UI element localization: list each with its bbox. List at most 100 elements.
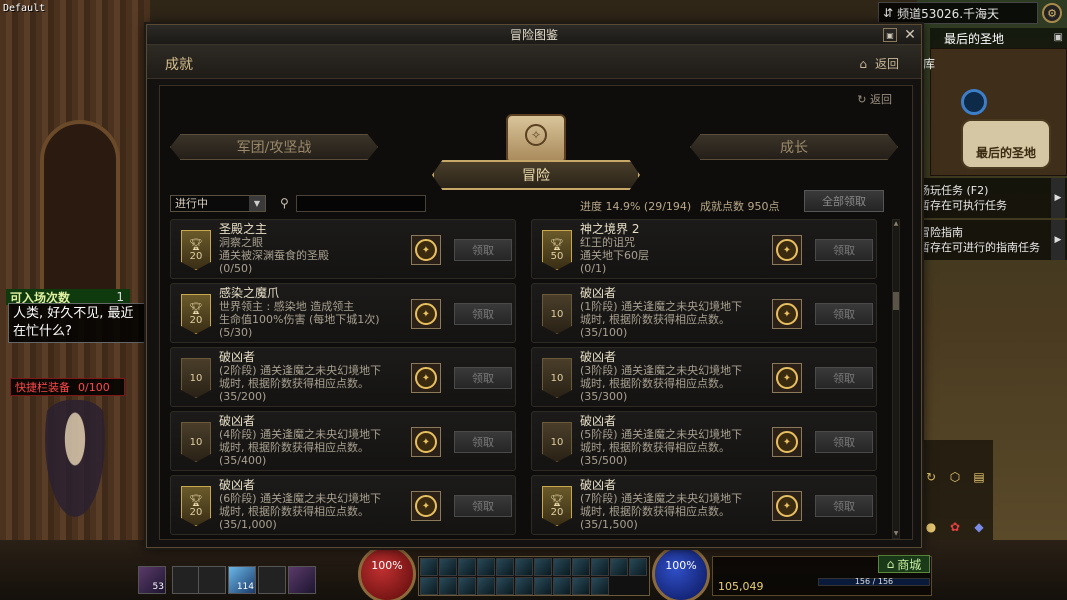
reward-item-slot[interactable]: ✦ <box>772 235 802 265</box>
shop-button[interactable]: ⌂ 商城 <box>878 555 930 573</box>
skill-slot[interactable] <box>420 558 438 576</box>
claim-button[interactable]: 领取 <box>454 367 512 389</box>
list-scrollbar[interactable]: ▲ ▼ <box>892 219 900 539</box>
badge-points: 10 <box>189 436 203 448</box>
skill-slot[interactable] <box>515 558 533 576</box>
achievement-text: 破凶者 (1阶段) 通关逢魔之未央幻境地下 城时, 根据阶数获得相应点数。 (35/1… <box>580 287 770 340</box>
channel-selector[interactable]: ⇵ 频道53026.千海天 <box>878 2 1038 24</box>
tab-adventure[interactable]: 冒险 <box>432 160 640 190</box>
skill-slot[interactable] <box>439 577 457 595</box>
reward-item-slot[interactable]: ✦ <box>772 299 802 329</box>
achievement-progress: (35/500) <box>580 454 628 467</box>
achievement-card: 10 破凶者 (3阶段) 通关逢魔之未央幻境地下 城时, 根据阶数获得相应点数。 (35… <box>531 347 877 407</box>
claim-button[interactable]: 领取 <box>454 495 512 517</box>
achievement-points-badge: 10 <box>542 294 572 334</box>
chevron-right-icon[interactable]: ▶ <box>1051 220 1065 260</box>
mp-orb: 100% <box>652 545 710 600</box>
search-input[interactable] <box>296 195 426 212</box>
claim-button[interactable]: 领取 <box>815 303 873 325</box>
claim-button[interactable]: 领取 <box>815 239 873 261</box>
minimap-expand-icon[interactable]: ▣ <box>1054 32 1063 43</box>
claim-button[interactable]: 领取 <box>454 303 512 325</box>
skill-slot[interactable] <box>420 577 438 595</box>
quest-item-guide[interactable]: 冒险指南 暂存在可进行的指南任务 ▶ <box>915 220 1067 260</box>
consumable-slot[interactable] <box>258 566 286 594</box>
progress-label: 进度 14.9% (29/194) <box>580 200 692 213</box>
minimap[interactable]: 库 最后的圣地 <box>923 48 1067 176</box>
flower-icon[interactable]: ✿ <box>946 518 964 536</box>
refresh-icon[interactable]: ↻ <box>922 468 940 486</box>
claim-button[interactable]: 领取 <box>815 495 873 517</box>
skill-slot[interactable] <box>496 577 514 595</box>
consumable-slot[interactable]: 53 <box>138 566 166 594</box>
skill-slot[interactable] <box>553 577 571 595</box>
skill-slot[interactable] <box>553 558 571 576</box>
skill-slot[interactable] <box>515 577 533 595</box>
badge-points: 10 <box>550 308 564 320</box>
achievement-points-badge: 🏆︎ 20 <box>181 294 211 334</box>
scroll-down-icon[interactable]: ▼ <box>892 530 900 538</box>
skill-slot[interactable] <box>477 577 495 595</box>
chevron-down-icon[interactable]: ▼ <box>249 196 265 211</box>
section-header: 成就 ⌂ 返回 <box>147 45 921 79</box>
window-titlebar[interactable]: 冒险图鉴 ▣ ✕ <box>147 25 921 45</box>
consumable-slot[interactable] <box>172 566 200 594</box>
scroll-up-icon[interactable]: ▲ <box>892 220 900 228</box>
achievement-desc-line: 城时, 根据阶数获得相应点数。 <box>580 505 730 518</box>
tab-legion[interactable]: 军团/攻坚战 <box>170 134 378 160</box>
reward-item-slot[interactable]: ✦ <box>411 299 441 329</box>
reward-item-slot[interactable]: ✦ <box>772 427 802 457</box>
achievement-points-badge: 🏆︎ 20 <box>181 486 211 526</box>
reward-item-slot[interactable]: ✦ <box>411 235 441 265</box>
quest-item-play[interactable]: 场玩任务 (F2) 暂存在可执行任务 ▶ <box>915 178 1067 218</box>
location-pin-icon[interactable]: ● <box>922 518 940 536</box>
skill-slot[interactable] <box>610 558 628 576</box>
crystal-icon[interactable]: ◆ <box>970 518 988 536</box>
reward-item-slot[interactable]: ✦ <box>411 491 441 521</box>
skill-slot[interactable] <box>572 577 590 595</box>
reward-item-slot[interactable]: ✦ <box>772 491 802 521</box>
skill-slot[interactable] <box>496 558 514 576</box>
skill-slot[interactable] <box>629 558 647 576</box>
chest-icon[interactable]: ▤ <box>970 468 988 486</box>
hexagon-icon[interactable]: ⬡ <box>946 468 964 486</box>
skill-slot[interactable] <box>534 558 552 576</box>
tab-growth[interactable]: 成长 <box>690 134 898 160</box>
consumable-slot[interactable] <box>288 566 316 594</box>
close-icon[interactable]: ✕ <box>903 28 917 42</box>
achievement-desc-line: 红王的诅咒 <box>580 236 635 249</box>
skill-slot[interactable] <box>572 558 590 576</box>
skill-slot[interactable] <box>534 577 552 595</box>
skill-slot[interactable] <box>591 577 609 595</box>
skill-slot[interactable] <box>458 558 476 576</box>
quickbar-count: 0/100 <box>78 380 110 394</box>
inner-back-button[interactable]: ↻ 返回 <box>857 91 892 107</box>
quickbar-equipment[interactable]: 快捷栏装备 0/100 <box>10 378 125 396</box>
pin-icon[interactable]: ▣ <box>883 28 897 42</box>
fatigue-bar: 156 / 156 <box>818 578 930 586</box>
reward-item-slot[interactable]: ✦ <box>411 427 441 457</box>
chevron-right-icon[interactable]: ▶ <box>1051 178 1065 218</box>
skill-slot[interactable] <box>458 577 476 595</box>
consumable-slot[interactable]: 114 <box>228 566 256 594</box>
claim-button[interactable]: 领取 <box>454 239 512 261</box>
skill-slot[interactable] <box>439 558 457 576</box>
claim-all-button[interactable]: 全部领取 <box>804 190 884 212</box>
claim-button[interactable]: 领取 <box>815 431 873 453</box>
claim-button[interactable]: 领取 <box>454 431 512 453</box>
reward-emblem-icon: ✦ <box>415 303 437 325</box>
reward-item-slot[interactable]: ✦ <box>772 363 802 393</box>
achievement-name: 破凶者 <box>219 414 256 428</box>
skill-slot[interactable] <box>477 558 495 576</box>
status-filter-dropdown[interactable]: 进行中 ▼ <box>170 195 266 212</box>
consumable-slot[interactable] <box>198 566 226 594</box>
claim-button[interactable]: 领取 <box>815 367 873 389</box>
reward-item-slot[interactable]: ✦ <box>411 363 441 393</box>
achievement-text: 破凶者 (7阶段) 通关逢魔之未央幻境地下 城时, 根据阶数获得相应点数。 (35/1… <box>580 479 770 532</box>
settings-gear-icon[interactable]: ⚙ <box>1042 3 1062 23</box>
reward-emblem-icon: ✦ <box>415 367 437 389</box>
home-back-button[interactable]: ⌂ 返回 <box>859 55 899 72</box>
scrollbar-thumb[interactable] <box>893 292 899 310</box>
quest-subtitle: 暂存在可进行的指南任务 <box>919 241 1040 254</box>
skill-slot[interactable] <box>591 558 609 576</box>
